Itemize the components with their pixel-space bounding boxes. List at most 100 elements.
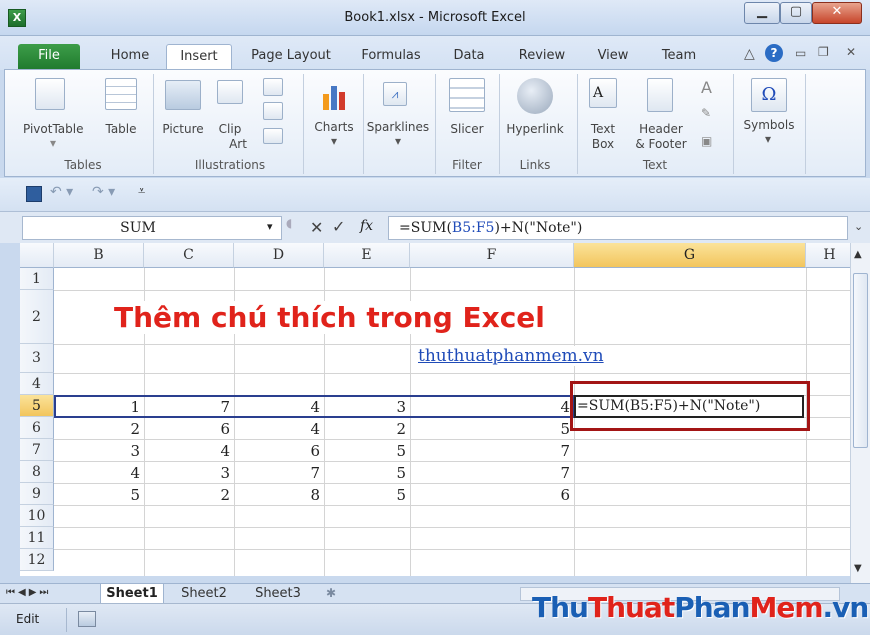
cell-c6[interactable]: 6 xyxy=(144,418,230,440)
symbols-label[interactable]: Symbols xyxy=(739,118,799,132)
tab-home[interactable]: Home xyxy=(100,44,160,70)
cell-b9[interactable]: 5 xyxy=(54,484,140,506)
hyperlink-icon[interactable] xyxy=(517,78,553,114)
tab-insert[interactable]: Insert xyxy=(166,44,232,71)
row-header-6[interactable]: 6 xyxy=(20,417,54,439)
macro-record-icon[interactable] xyxy=(78,611,96,627)
picture-label[interactable]: Picture xyxy=(157,122,209,136)
ribbon-minimize-icon[interactable]: △ xyxy=(744,46,755,62)
sparklines-dropdown-icon[interactable]: ▾ xyxy=(391,134,405,148)
slicer-icon[interactable] xyxy=(449,78,485,112)
column-header-g[interactable]: G xyxy=(574,243,806,268)
column-header-c[interactable]: C xyxy=(144,243,234,268)
worksheet-grid[interactable]: B C D E F G H 1 2 3 4 5 6 7 8 9 10 11 12… xyxy=(20,243,854,576)
sheet-tab-3[interactable]: Sheet3 xyxy=(246,584,310,604)
pivottable-label[interactable]: PivotTable xyxy=(23,122,84,136)
row-header-10[interactable]: 10 xyxy=(20,505,54,527)
cell-e7[interactable]: 5 xyxy=(324,440,406,462)
object-icon[interactable]: ▣ xyxy=(701,134,712,148)
pivottable-icon[interactable] xyxy=(35,78,65,110)
column-header-f[interactable]: F xyxy=(410,243,574,268)
expand-formula-bar-icon[interactable]: ⌄ xyxy=(854,220,863,233)
cell-d9[interactable]: 8 xyxy=(234,484,320,506)
insert-function-icon[interactable]: fx xyxy=(360,218,373,234)
header-footer-label[interactable]: Header xyxy=(631,122,691,136)
text-box-icon[interactable]: A xyxy=(589,78,617,108)
tab-page-layout[interactable]: Page Layout xyxy=(244,44,338,70)
column-header-d[interactable]: D xyxy=(234,243,324,268)
sheet-tab-2[interactable]: Sheet2 xyxy=(172,584,236,604)
cell-d7[interactable]: 6 xyxy=(234,440,320,462)
name-box[interactable]: SUM ▾ xyxy=(22,216,282,240)
insert-worksheet-icon[interactable]: ✱ xyxy=(326,586,336,600)
doc-restore-icon[interactable]: ❐ xyxy=(818,45,829,59)
scroll-up-icon[interactable]: ▲ xyxy=(854,249,862,260)
charts-icon[interactable] xyxy=(323,84,349,110)
tab-team[interactable]: Team xyxy=(652,44,706,70)
symbols-icon[interactable]: Ω xyxy=(751,78,787,112)
sheet-navigation-icon[interactable]: ⏮◀▶⏭ xyxy=(6,587,51,598)
cell-d6[interactable]: 4 xyxy=(234,418,320,440)
scroll-thumb[interactable] xyxy=(853,273,868,448)
row-header-3[interactable]: 3 xyxy=(20,344,54,373)
screenshot-icon[interactable] xyxy=(263,128,283,144)
smartart-icon[interactable] xyxy=(263,102,283,120)
row-header-8[interactable]: 8 xyxy=(20,461,54,483)
clip-art-icon[interactable] xyxy=(217,80,243,104)
cell-f7[interactable]: 7 xyxy=(410,440,570,462)
cell-e6[interactable]: 2 xyxy=(324,418,406,440)
minimize-button[interactable]: ▁ xyxy=(744,2,780,24)
cancel-icon[interactable]: ✕ xyxy=(310,218,323,237)
row-header-2[interactable]: 2 xyxy=(20,290,54,344)
doc-close-icon[interactable]: ✕ xyxy=(846,45,856,59)
row-header-4[interactable]: 4 xyxy=(20,373,54,395)
enter-icon[interactable]: ✓ xyxy=(332,217,345,236)
charts-dropdown-icon[interactable]: ▾ xyxy=(327,134,341,148)
picture-icon[interactable] xyxy=(165,80,201,110)
cell-e5[interactable]: 3 xyxy=(324,396,406,418)
tab-formulas[interactable]: Formulas xyxy=(352,44,430,70)
wordart-icon[interactable]: A xyxy=(701,78,712,97)
cell-d5[interactable]: 4 xyxy=(234,396,320,418)
formula-input[interactable]: =SUM(B5:F5)+N("Note") xyxy=(388,216,848,240)
column-header-e[interactable]: E xyxy=(324,243,410,268)
cell-c5[interactable]: 7 xyxy=(144,396,230,418)
hyperlink-label[interactable]: Hyperlink xyxy=(501,122,569,136)
clip-art-label[interactable]: Clip xyxy=(215,122,245,136)
select-all-corner[interactable] xyxy=(20,243,54,268)
sparklines-label[interactable]: Sparklines xyxy=(365,120,431,134)
tab-data[interactable]: Data xyxy=(444,44,494,70)
redo-icon[interactable]: ↷ ▾ xyxy=(92,184,115,200)
cell-f9[interactable]: 6 xyxy=(410,484,570,506)
sheet-link[interactable]: thuthuatphanmem.vn xyxy=(418,346,604,366)
maximize-button[interactable]: ▢ xyxy=(780,2,812,24)
cell-f6[interactable]: 5 xyxy=(410,418,570,440)
cell-b8[interactable]: 4 xyxy=(54,462,140,484)
sheet-tab-1[interactable]: Sheet1 xyxy=(100,584,164,604)
row-header-12[interactable]: 12 xyxy=(20,549,54,571)
cell-b7[interactable]: 3 xyxy=(54,440,140,462)
signature-line-icon[interactable]: ✎ xyxy=(701,106,711,120)
cell-f8[interactable]: 7 xyxy=(410,462,570,484)
tab-file[interactable]: File xyxy=(18,44,80,70)
sparklines-icon[interactable]: ⩘ xyxy=(383,82,407,106)
name-box-dropdown-icon[interactable]: ▾ xyxy=(267,220,273,233)
formula-bar-splitter-icon[interactable]: ◖ xyxy=(286,216,300,240)
cell-b5[interactable]: 1 xyxy=(54,396,140,418)
scroll-down-icon[interactable]: ▼ xyxy=(854,563,862,574)
close-button[interactable]: ✕ xyxy=(812,2,862,24)
row-header-1[interactable]: 1 xyxy=(20,268,54,290)
tab-view[interactable]: View xyxy=(588,44,638,70)
header-footer-icon[interactable] xyxy=(647,78,673,112)
table-label[interactable]: Table xyxy=(99,122,143,136)
cell-d8[interactable]: 7 xyxy=(234,462,320,484)
cell-c8[interactable]: 3 xyxy=(144,462,230,484)
symbols-dropdown-icon[interactable]: ▾ xyxy=(761,132,775,146)
save-icon[interactable] xyxy=(26,186,42,202)
charts-label[interactable]: Charts xyxy=(307,120,361,134)
row-header-9[interactable]: 9 xyxy=(20,483,54,505)
table-icon[interactable] xyxy=(105,78,137,110)
slicer-label[interactable]: Slicer xyxy=(441,122,493,136)
column-header-b[interactable]: B xyxy=(54,243,144,268)
row-header-7[interactable]: 7 xyxy=(20,439,54,461)
